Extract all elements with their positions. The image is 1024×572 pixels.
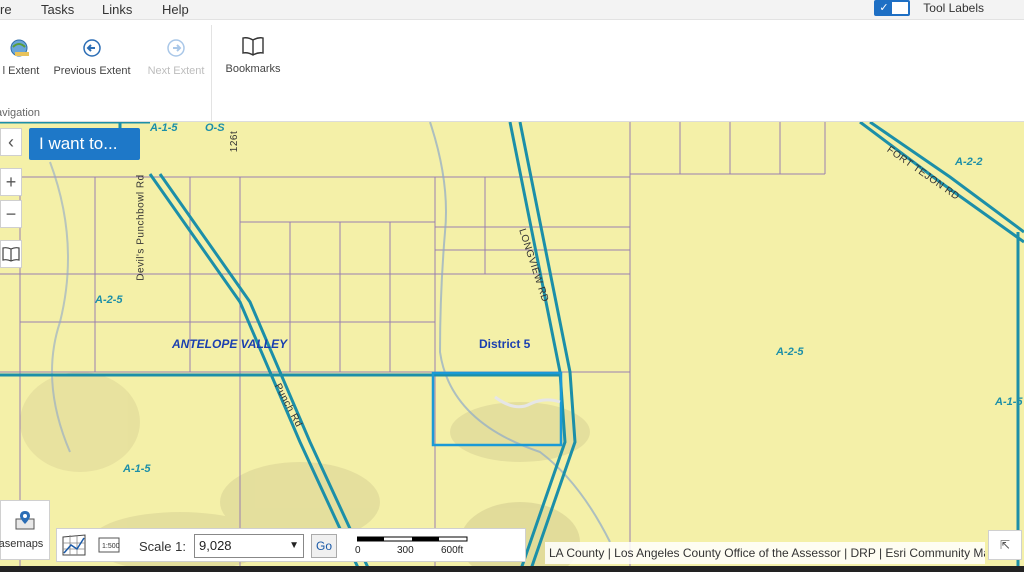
- bookmarks-button[interactable]: Bookmarks: [222, 35, 284, 75]
- basemaps-label: asemaps: [0, 538, 44, 550]
- parcel-lines: [0, 122, 826, 572]
- scale-bar-tick: 300: [397, 545, 414, 556]
- chevron-down-icon: ▼: [289, 540, 299, 551]
- menu-item-tasks[interactable]: Tasks: [41, 2, 74, 17]
- go-button[interactable]: Go: [311, 534, 337, 558]
- ribbon: l Extent Previous Extent Next Extent avi…: [0, 21, 1024, 122]
- expand-arrow-icon: ⇱: [999, 538, 1011, 552]
- collapse-panel-button[interactable]: ‹: [0, 128, 22, 156]
- window-bottom-edge: [0, 566, 1024, 572]
- road-label: Devil's Punchbowl Rd: [135, 174, 147, 281]
- navigation-group: l Extent Previous Extent Next Extent avi…: [0, 25, 212, 121]
- zone-label: A-2-5: [776, 346, 804, 358]
- next-extent-button[interactable]: Next Extent: [144, 37, 208, 77]
- book-icon: [2, 246, 20, 266]
- creek-line: [429, 122, 611, 543]
- scale-select[interactable]: 9,028 ▼: [194, 534, 304, 558]
- district-label: District 5: [479, 337, 531, 351]
- map-view[interactable]: A-1-5 O-S A-2-2 A-2-5 A-2-5 A-1-5 A-1-5 …: [0, 122, 1024, 572]
- tool-labels-label: Tool Labels: [923, 1, 984, 15]
- zone-label: O-S: [205, 122, 225, 134]
- zone-label: A-2-5: [95, 294, 123, 306]
- scale-label: Scale 1:: [139, 539, 186, 554]
- zone-label: A-1-5: [123, 463, 151, 475]
- coordinates-button[interactable]: [61, 533, 87, 557]
- zone-label: A-1-5: [995, 396, 1023, 408]
- bookmarks-label: Bookmarks: [225, 63, 281, 75]
- menu-item-file[interactable]: re: [0, 2, 12, 17]
- book-icon: [222, 35, 284, 57]
- globe-icon: [0, 37, 42, 59]
- full-extent-label: l Extent: [2, 65, 40, 77]
- navigation-group-label: avigation: [0, 107, 41, 119]
- svg-text:1:500: 1:500: [102, 543, 120, 550]
- checkmark-icon: ✓: [876, 2, 892, 14]
- grid-icon: [61, 534, 87, 561]
- bottom-toolbar: 1:500 Scale 1: 9,028 ▼ Go 0 300 600ft: [56, 528, 526, 562]
- scale-input-button[interactable]: 1:500: [97, 533, 123, 557]
- i-want-to-button[interactable]: I want to...: [29, 128, 140, 160]
- app-window: re Tasks Links Help ✓ Tool Labels l Exte…: [0, 0, 1024, 572]
- chevron-left-icon: ‹: [8, 132, 14, 152]
- tool-labels-checkbox[interactable]: ✓: [874, 0, 910, 16]
- antelope-valley-label: ANTELOPE VALLEY: [172, 337, 288, 351]
- plus-icon: +: [5, 172, 17, 192]
- previous-extent-label: Previous Extent: [53, 65, 131, 77]
- zoom-out-button[interactable]: −: [0, 200, 22, 228]
- previous-extent-button[interactable]: Previous Extent: [52, 37, 132, 77]
- road-label: 126t: [229, 130, 241, 153]
- basemaps-button[interactable]: asemaps: [0, 500, 50, 560]
- scale-bar: 0 300 600ft: [351, 535, 471, 559]
- arrow-left-icon: [52, 37, 132, 59]
- menu-bar: re Tasks Links Help ✓ Tool Labels: [0, 0, 1024, 20]
- full-extent-button[interactable]: l Extent: [0, 37, 42, 77]
- map-pin-icon: [1, 509, 49, 536]
- zone-label: A-2-2: [955, 156, 983, 168]
- scale-value: 9,028: [199, 538, 232, 553]
- scale-bar-tick: 600ft: [441, 545, 464, 556]
- minus-icon: −: [5, 204, 17, 224]
- scale-bar-tick: 0: [355, 545, 361, 556]
- expand-attribution-button[interactable]: ⇱: [988, 530, 1022, 560]
- arrow-right-icon: [144, 37, 208, 59]
- menu-item-help[interactable]: Help: [162, 2, 189, 17]
- next-extent-label: Next Extent: [147, 65, 205, 77]
- zone-label: A-1-5: [150, 122, 178, 134]
- map-attribution: LA County | Los Angeles County Office of…: [545, 542, 985, 564]
- scale-icon: 1:500: [97, 537, 123, 561]
- zoom-in-button[interactable]: +: [0, 168, 22, 196]
- bookmarks-map-button[interactable]: [0, 240, 22, 268]
- menu-item-links[interactable]: Links: [102, 2, 132, 17]
